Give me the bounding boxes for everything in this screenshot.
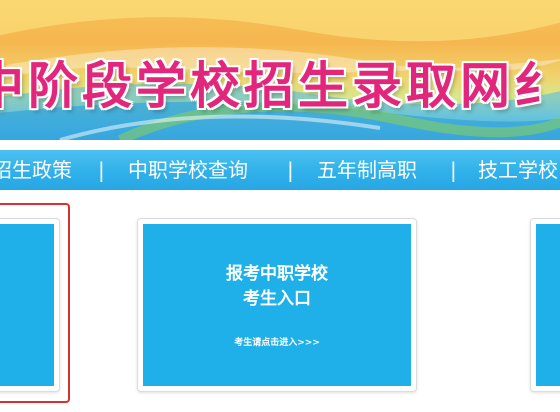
entry-card-right-button[interactable]: [536, 224, 560, 386]
header-banner: 中阶段学校招生录取网纟: [0, 0, 560, 140]
nav-item-policy[interactable]: 招生政策: [0, 158, 72, 182]
entry-card-left: [0, 218, 60, 392]
nav-separator: |: [98, 158, 105, 182]
nav-separator: |: [287, 158, 294, 182]
entry-card-left-button[interactable]: [0, 224, 54, 386]
entry-card-vocational: 报考中职学校 考生入口 考生请点击进入>>>: [137, 218, 417, 392]
nav-item-technical-school[interactable]: 技工学校: [478, 158, 558, 182]
main-nav: 招生政策 | 中职学校查询 | 五年制高职 | 技工学校: [0, 150, 560, 190]
card-title-line1: 报考中职学校: [226, 264, 328, 284]
card-enter-hint: 考生请点击进入>>>: [234, 338, 320, 348]
nav-item-school-search[interactable]: 中职学校查询: [128, 158, 248, 182]
card-title-line2: 考生入口: [243, 289, 311, 309]
nav-item-five-year-vocational[interactable]: 五年制高职: [317, 158, 417, 182]
page: 中阶段学校招生录取网纟 招生政策 | 中职学校查询 | 五年制高职 | 技工学校…: [0, 0, 560, 412]
entry-card-right: [530, 218, 560, 392]
nav-separator: |: [450, 158, 457, 182]
site-title: 中阶段学校招生录取网纟: [0, 57, 560, 115]
vocational-applicant-entry-button[interactable]: 报考中职学校 考生入口 考生请点击进入>>>: [143, 224, 411, 386]
